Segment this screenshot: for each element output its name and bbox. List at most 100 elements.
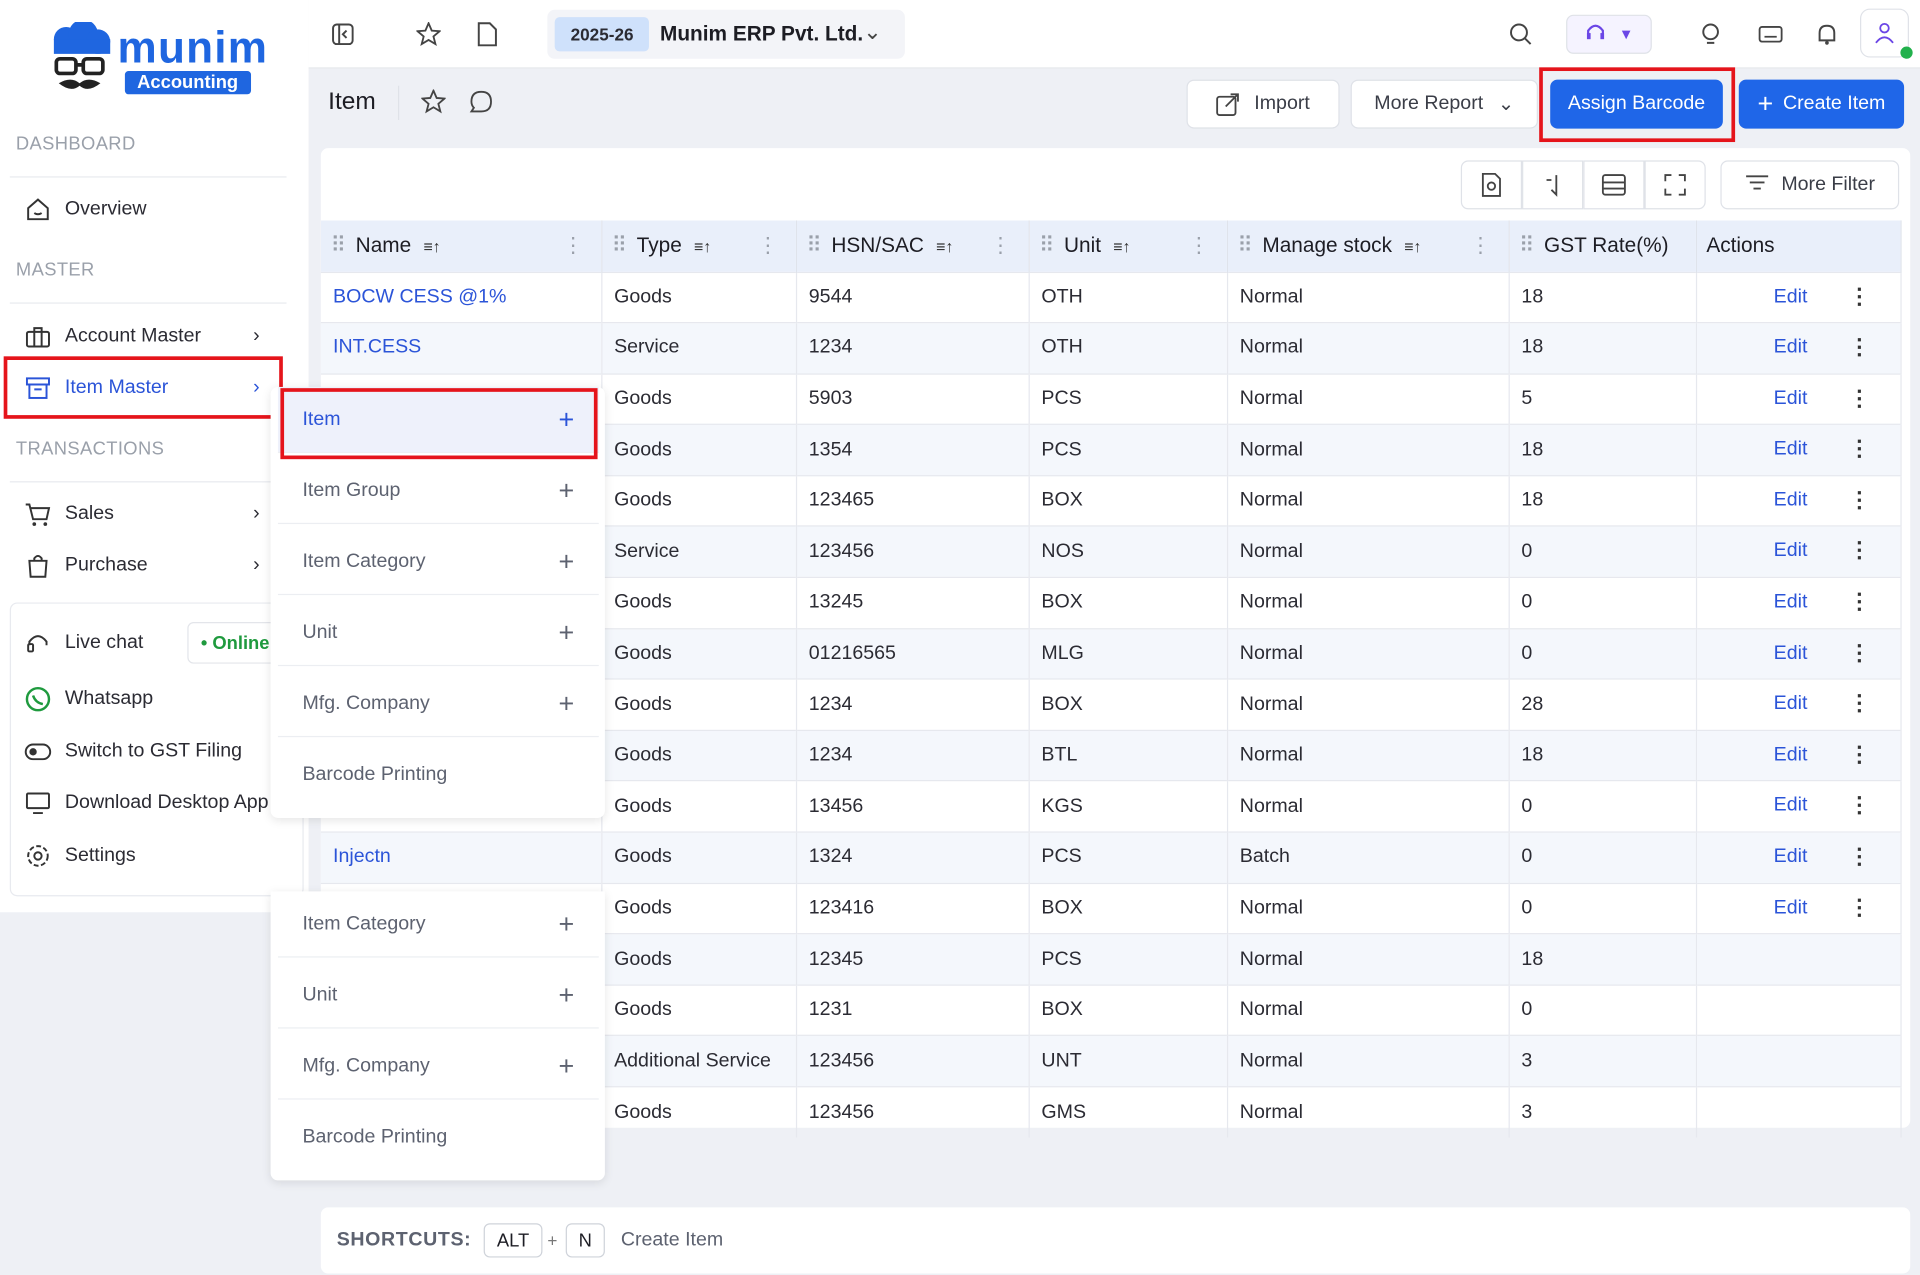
- submenu-item-category[interactable]: Item Category +: [277, 891, 599, 958]
- notification-bell-icon[interactable]: [1805, 15, 1849, 54]
- document-icon[interactable]: [465, 15, 509, 54]
- sidebar-item-sales[interactable]: Sales ›: [24, 501, 263, 528]
- import-button[interactable]: Import: [1186, 79, 1340, 129]
- row-menu-icon[interactable]: ⋮: [1848, 844, 1870, 870]
- plus-icon[interactable]: +: [559, 908, 575, 940]
- sidebar-item-purchase[interactable]: Purchase ›: [24, 552, 263, 579]
- create-item-button[interactable]: + Create Item: [1738, 79, 1905, 129]
- edit-link[interactable]: Edit: [1774, 439, 1808, 461]
- plus-icon[interactable]: +: [559, 474, 575, 506]
- settings-link[interactable]: Settings: [24, 842, 263, 869]
- plus-icon[interactable]: +: [559, 688, 575, 720]
- row-menu-icon[interactable]: ⋮: [1848, 895, 1870, 921]
- column-header-type[interactable]: ⠿ Type ≡↑ ⋮: [601, 220, 797, 272]
- submenu-unit[interactable]: Unit +: [277, 600, 599, 667]
- sidebar-item-item-master[interactable]: Item Master ›: [24, 375, 263, 402]
- item-name-link[interactable]: Injectn: [320, 831, 602, 884]
- edit-link[interactable]: Edit: [1774, 286, 1808, 308]
- support-dropdown[interactable]: ▼: [1566, 14, 1652, 54]
- column-menu-icon[interactable]: ⋮: [1470, 234, 1491, 258]
- sidebar-item-account-master[interactable]: Account Master ›: [24, 323, 263, 350]
- column-header-name[interactable]: ⠿ Name ≡↑ ⋮: [320, 220, 602, 272]
- edit-link[interactable]: Edit: [1774, 490, 1808, 512]
- drag-handle-icon[interactable]: ⠿: [806, 234, 821, 257]
- row-menu-icon[interactable]: ⋮: [1848, 589, 1870, 615]
- submenu-item-group[interactable]: Item Group +: [277, 458, 599, 525]
- item-name-link[interactable]: BOCW CESS @1%: [320, 271, 602, 323]
- drag-handle-icon[interactable]: ⠿: [612, 234, 627, 257]
- edit-link[interactable]: Edit: [1774, 541, 1808, 563]
- submenu-mfg-company[interactable]: Mfg. Company +: [277, 671, 599, 738]
- star-icon[interactable]: [407, 15, 451, 54]
- edit-link[interactable]: Edit: [1774, 642, 1808, 664]
- plus-icon[interactable]: +: [559, 979, 575, 1011]
- plus-icon[interactable]: +: [559, 1050, 575, 1082]
- more-filter-button[interactable]: More Filter: [1720, 160, 1900, 210]
- download-desktop-link[interactable]: Download Desktop App: [24, 790, 306, 817]
- row-menu-icon[interactable]: ⋮: [1848, 640, 1870, 666]
- column-menu-icon[interactable]: ⋮: [563, 234, 584, 258]
- row-menu-icon[interactable]: ⋮: [1848, 334, 1870, 360]
- column-header-manage-stock[interactable]: ⠿ Manage stock ≡↑ ⋮: [1226, 220, 1510, 272]
- item-name-link[interactable]: INT.CESS: [320, 322, 602, 374]
- row-menu-icon[interactable]: ⋮: [1848, 283, 1870, 309]
- drag-handle-icon[interactable]: ⠿: [1237, 234, 1252, 257]
- fullscreen-icon[interactable]: [1644, 160, 1706, 210]
- table-row[interactable]: INT.CESS Service 1234 OTH Normal 18 Edit ⋮: [320, 322, 1902, 374]
- submenu-barcode-printing[interactable]: Barcode Printing: [278, 742, 599, 808]
- switch-gst-filing-link[interactable]: Switch to GST Filing: [24, 738, 306, 765]
- column-header-gst-rate[interactable]: ⠿ GST Rate(%): [1508, 220, 1697, 272]
- sort-icon[interactable]: ≡↑: [694, 237, 711, 255]
- submenu-mfg-company[interactable]: Mfg. Company +: [277, 1033, 599, 1100]
- row-menu-icon[interactable]: ⋮: [1848, 436, 1870, 462]
- more-report-dropdown[interactable]: More Report ⌄: [1350, 79, 1538, 129]
- search-icon[interactable]: [1499, 15, 1543, 54]
- sort-icon[interactable]: ≡↑: [423, 237, 440, 255]
- row-menu-icon[interactable]: ⋮: [1848, 793, 1870, 819]
- row-menu-icon[interactable]: ⋮: [1848, 385, 1870, 411]
- edit-link[interactable]: Edit: [1774, 897, 1808, 919]
- munim-logo[interactable]: munim Accounting: [47, 19, 267, 98]
- column-menu-icon[interactable]: ⋮: [757, 234, 778, 258]
- sort-icon[interactable]: ≡↑: [1404, 237, 1421, 255]
- sidebar-item-overview[interactable]: Overview: [24, 196, 263, 223]
- sort-icon[interactable]: ≡↑: [936, 237, 953, 255]
- submenu-item-category[interactable]: Item Category +: [277, 529, 599, 596]
- plus-icon[interactable]: +: [559, 546, 575, 578]
- edit-link[interactable]: Edit: [1774, 795, 1808, 817]
- edit-link[interactable]: Edit: [1774, 693, 1808, 715]
- edit-link[interactable]: Edit: [1774, 388, 1808, 410]
- keyboard-icon[interactable]: [1749, 15, 1793, 54]
- sort-icon[interactable]: ≡↑: [1113, 237, 1130, 255]
- row-menu-icon[interactable]: ⋮: [1848, 538, 1870, 564]
- drag-handle-icon[interactable]: ⠿: [1039, 234, 1054, 257]
- plus-icon[interactable]: +: [559, 617, 575, 649]
- whatsapp-link[interactable]: Whatsapp: [24, 686, 263, 713]
- favorite-star-icon[interactable]: [420, 88, 447, 120]
- table-row[interactable]: BOCW CESS @1% Goods 9544 OTH Normal 18 Edit ⋮: [320, 271, 1902, 323]
- edit-link[interactable]: Edit: [1774, 846, 1808, 868]
- row-menu-icon[interactable]: ⋮: [1848, 691, 1870, 717]
- collapse-sidebar-icon[interactable]: [321, 15, 365, 54]
- user-avatar[interactable]: [1860, 8, 1913, 59]
- submenu-unit[interactable]: Unit +: [277, 962, 599, 1029]
- row-menu-icon[interactable]: ⋮: [1848, 742, 1870, 768]
- sort-icon[interactable]: [1522, 160, 1584, 210]
- column-menu-icon[interactable]: ⋮: [990, 234, 1011, 258]
- drag-handle-icon[interactable]: ⠿: [331, 234, 346, 257]
- row-menu-icon[interactable]: ⋮: [1848, 487, 1870, 513]
- table-row[interactable]: Injectn Goods 1324 PCS Batch 0 Edit ⋮: [320, 831, 1902, 884]
- edit-link[interactable]: Edit: [1774, 744, 1808, 766]
- edit-link[interactable]: Edit: [1774, 592, 1808, 614]
- column-layout-icon[interactable]: [1583, 160, 1645, 210]
- search-document-icon[interactable]: [1460, 160, 1523, 210]
- lightbulb-icon[interactable]: [1689, 15, 1733, 54]
- column-header-unit[interactable]: ⠿ Unit ≡↑ ⋮: [1028, 220, 1228, 272]
- company-selector[interactable]: 2025-26 Munim ERP Pvt. Ltd. ⌄: [547, 9, 905, 59]
- help-chat-icon[interactable]: [469, 89, 493, 120]
- column-header-hsn[interactable]: ⠿ HSN/SAC ≡↑ ⋮: [795, 220, 1030, 272]
- column-menu-icon[interactable]: ⋮: [1188, 234, 1209, 258]
- edit-link[interactable]: Edit: [1774, 337, 1808, 359]
- drag-handle-icon[interactable]: ⠿: [1519, 234, 1534, 257]
- submenu-barcode-printing[interactable]: Barcode Printing: [278, 1104, 599, 1170]
